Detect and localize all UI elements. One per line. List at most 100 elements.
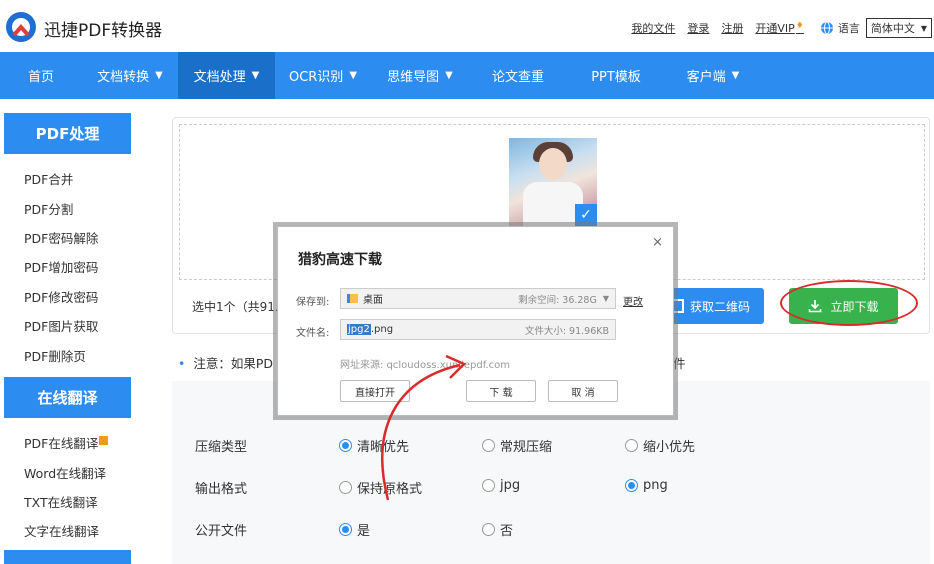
caret-down-icon: ▼ <box>445 70 453 81</box>
radio-icon <box>625 439 638 452</box>
radio-label: 是 <box>357 524 371 539</box>
nav-ppt-template[interactable]: PPT模板 <box>567 52 665 99</box>
chevron-down-icon: ▼ <box>602 294 609 303</box>
nav-label: 首页 <box>27 70 54 85</box>
filename-label: 文件名: <box>296 328 330 339</box>
sidebar-item-pdf-change-password[interactable]: PDF修改密码 <box>4 282 131 311</box>
sidebar-item-pdf-delete-pages[interactable]: PDF删除页 <box>4 340 131 369</box>
language-value: 简体中文 <box>870 22 915 35</box>
radio-label: jpg <box>500 478 521 493</box>
radio-format-png[interactable]: png <box>625 478 668 493</box>
open-directly-button[interactable]: 直接打开 <box>340 380 410 402</box>
language-label: 语言 <box>837 22 860 35</box>
my-files-link[interactable]: 我的文件 <box>631 20 675 36</box>
check-icon: ✓ <box>575 204 597 226</box>
save-location-field[interactable]: 桌面 剩余空间: 36.28G ▼ <box>340 288 616 309</box>
annotation-circle <box>780 280 918 326</box>
radio-format-original[interactable]: 保持原格式 <box>339 478 422 497</box>
radio-compress-clarity[interactable]: 清晰优先 <box>339 436 409 455</box>
dialog-cancel-button[interactable]: 取 消 <box>548 380 618 402</box>
app-logo-icon[interactable] <box>4 10 38 44</box>
nav-label: 客户端 <box>686 70 726 85</box>
header: 迅捷PDF转换器 我的文件 登录 注册 开通VIP♦ 语言 简体中文 ▼ <box>0 0 934 52</box>
image-thumbnail[interactable]: ✓ <box>509 138 597 226</box>
bullet-icon: • <box>178 356 186 371</box>
radio-compress-normal[interactable]: 常规压缩 <box>482 436 552 455</box>
nav-label: OCR识别 <box>288 70 344 85</box>
sidebar-item-pdf-unlock[interactable]: PDF密码解除 <box>4 223 131 252</box>
main-nav: 首页 文档转换 ▼ 文档处理 ▼ OCR识别 ▼ 思维导图 ▼ 论文查重 PPT模板 客… <box>0 52 934 99</box>
source-url-text: 网址来源: qcloudoss.xunjiepdf.com <box>340 360 511 371</box>
nav-doc-convert[interactable]: 文档转换 ▼ <box>82 52 178 99</box>
radio-label: 常规压缩 <box>500 440 553 455</box>
notice-text-tail: 件 <box>673 356 686 371</box>
radio-icon <box>339 481 352 494</box>
sidebar-item-pdf-translate[interactable]: PDF在线翻译 <box>4 428 131 457</box>
nav-label: 思维导图 <box>387 70 440 85</box>
sidebar-item-pdf-extract-images[interactable]: PDF图片获取 <box>4 311 131 340</box>
close-icon[interactable]: × <box>652 235 663 250</box>
file-size-text: 文件大小: 91.96KB <box>524 325 609 337</box>
sidebar-item-pdf-add-password[interactable]: PDF增加密码 <box>4 252 131 281</box>
flame-icon: ♦ <box>795 21 804 31</box>
get-qrcode-label: 获取二维码 <box>689 299 750 314</box>
sidebar-item-txt-translate[interactable]: TXT在线翻译 <box>4 487 131 516</box>
radio-icon <box>482 523 495 536</box>
nav-paper-check[interactable]: 论文查重 <box>469 52 567 99</box>
selected-count-info: 选中1个（共91.9 <box>192 300 287 314</box>
language-select[interactable]: 简体中文 ▼ <box>865 18 932 38</box>
radio-format-jpg[interactable]: jpg <box>482 478 520 493</box>
hot-badge-icon <box>99 436 109 446</box>
nav-label: PPT模板 <box>591 70 641 85</box>
nav-client[interactable]: 客户端 ▼ <box>665 52 761 99</box>
sidebar-pdf-process: PDF处理 PDF合并 PDF分割 PDF密码解除 PDF增加密码 PDF修改密… <box>4 113 131 370</box>
top-links: 我的文件 登录 注册 开通VIP♦ 语言 简体中文 ▼ <box>631 18 934 38</box>
change-location-link[interactable]: 更改 <box>623 293 643 308</box>
filename-input[interactable]: jpg2 .png 文件大小: 91.96KB <box>340 319 616 340</box>
compress-type-label: 压缩类型 <box>195 440 248 455</box>
nav-doc-process[interactable]: 文档处理 ▼ <box>178 52 275 99</box>
caret-down-icon: ▼ <box>251 70 260 81</box>
radio-icon <box>625 479 638 492</box>
filename-selected-text: jpg2 <box>347 324 371 335</box>
save-location-value: 桌面 <box>363 295 383 306</box>
sidebar-title-translate: 在线翻译 <box>4 377 131 418</box>
radio-compress-smallest[interactable]: 缩小优先 <box>625 436 695 455</box>
sidebar-title-pdf-process: PDF处理 <box>4 113 131 154</box>
free-space-text: 剩余空间: 36.28G <box>518 294 597 306</box>
caret-down-icon: ▼ <box>349 70 358 81</box>
chevron-down-icon: ▼ <box>920 23 927 33</box>
sidebar-item-label: PDF在线翻译 <box>24 436 99 452</box>
radio-icon <box>482 439 495 452</box>
app-name[interactable]: 迅捷PDF转换器 <box>44 16 162 41</box>
sidebar-item-pdf-split[interactable]: PDF分割 <box>4 193 131 222</box>
vip-link[interactable]: 开通VIP♦ <box>755 20 803 36</box>
radio-label: 清晰优先 <box>357 440 410 455</box>
download-dialog: 猎豹高速下载 × 保存到: 桌面 剩余空间: 36.28G ▼ 更改 文件名: … <box>277 226 674 416</box>
register-link[interactable]: 注册 <box>721 20 743 36</box>
radio-icon <box>339 523 352 536</box>
sidebar-item-pdf-merge[interactable]: PDF合并 <box>4 164 131 193</box>
nav-home[interactable]: 首页 <box>0 52 82 99</box>
nav-mindmap[interactable]: 思维导图 ▼ <box>371 52 469 99</box>
login-link[interactable]: 登录 <box>687 20 709 36</box>
dialog-download-button[interactable]: 下 载 <box>466 380 536 402</box>
nav-label: 论文查重 <box>491 70 544 85</box>
filename-extension: .png <box>370 324 394 335</box>
globe-icon <box>820 21 833 35</box>
folder-icon <box>347 294 358 303</box>
radio-label: png <box>643 478 668 493</box>
caret-down-icon: ▼ <box>731 70 740 81</box>
notice-label: 注意：如果PD <box>193 356 274 371</box>
sidebar-next-group-header <box>4 550 131 564</box>
save-to-label: 保存到: <box>296 297 330 308</box>
sidebar-item-word-translate[interactable]: Word在线翻译 <box>4 457 131 486</box>
radio-public-no[interactable]: 否 <box>482 520 513 539</box>
radio-icon <box>339 439 352 452</box>
radio-public-yes[interactable]: 是 <box>339 520 370 539</box>
public-file-label: 公开文件 <box>195 524 248 539</box>
sidebar-item-text-translate[interactable]: 文字在线翻译 <box>4 516 131 545</box>
dialog-title: 猎豹高速下载 <box>298 252 382 268</box>
nav-ocr[interactable]: OCR识别 ▼ <box>275 52 371 99</box>
radio-icon <box>482 479 495 492</box>
